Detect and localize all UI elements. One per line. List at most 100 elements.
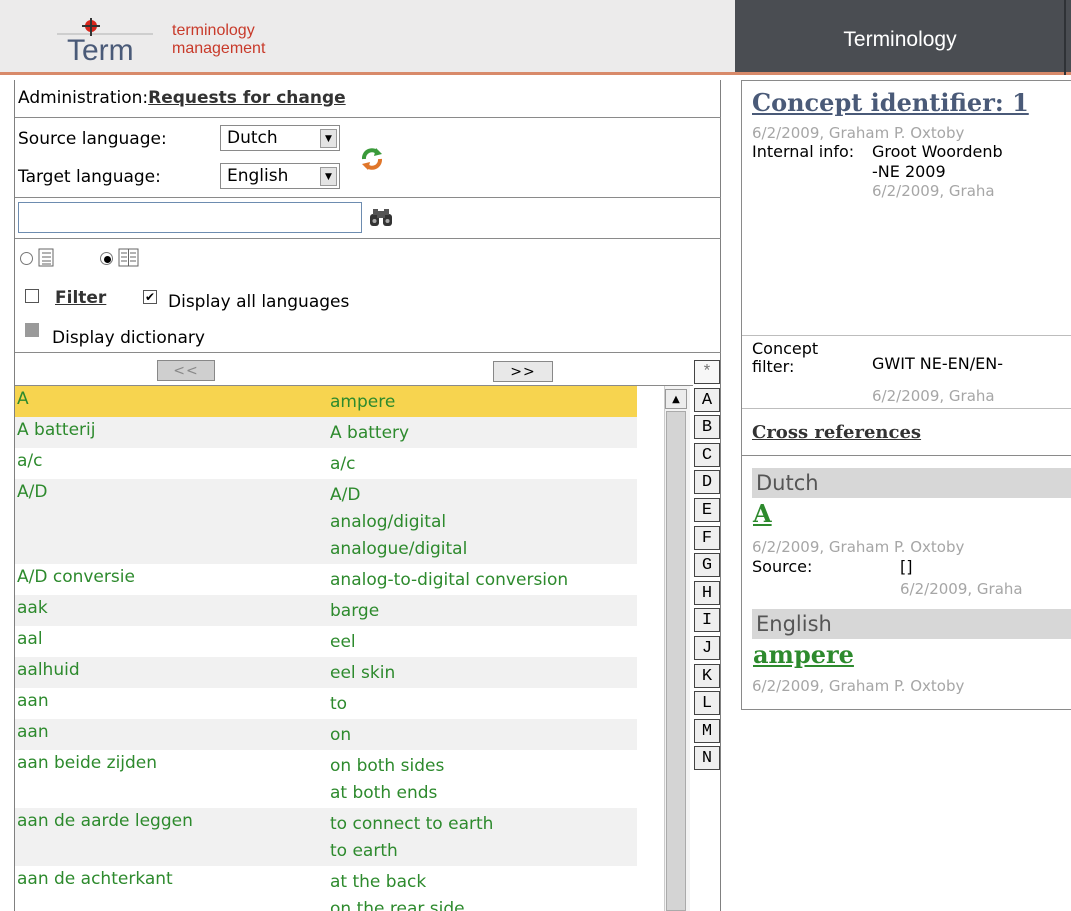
target-terms: to connect to earth to earth xyxy=(330,811,493,865)
divider xyxy=(742,408,1071,409)
nav-divider xyxy=(1064,0,1066,75)
concept-filter-meta: 6/2/2009, Graha xyxy=(872,387,995,405)
alphabet-letter-b[interactable]: B xyxy=(694,415,720,440)
target-term: analog/digital xyxy=(330,512,447,532)
source-term: A batterij xyxy=(17,420,96,440)
view-dual-radio[interactable] xyxy=(100,252,113,265)
term-list-row[interactable]: aan on xyxy=(15,719,637,750)
language-header-english: English xyxy=(752,609,1071,639)
term-list-row[interactable]: aal eel xyxy=(15,626,637,657)
logo-line2: management xyxy=(172,40,266,57)
term-english-link[interactable]: ampere xyxy=(753,640,854,669)
alphabet-letter-c[interactable]: C xyxy=(694,442,720,467)
term-list-row[interactable]: aan de aarde leggen to connect to earth to… xyxy=(15,808,637,866)
divider xyxy=(15,197,721,198)
admin-prefix: Administration: xyxy=(18,88,149,108)
alphabet-letter-all[interactable]: * xyxy=(694,360,720,384)
filter-link[interactable]: Filter xyxy=(55,288,106,308)
alphabet-letter-f[interactable]: F xyxy=(694,525,720,550)
alphabet-letter-d[interactable]: D xyxy=(694,470,720,495)
requests-for-change-link[interactable]: Requests for change xyxy=(148,88,346,108)
term-list-row[interactable]: aalhuid eel skin xyxy=(15,657,637,688)
logo-line1: terminology xyxy=(172,22,255,39)
target-term: eel skin xyxy=(330,663,396,683)
display-all-languages-label: Display all languages xyxy=(168,292,350,312)
term-list-row[interactable]: A/D conversie analog-to-digital conversio… xyxy=(15,564,637,595)
target-term: at both ends xyxy=(330,783,438,803)
target-term: to xyxy=(330,694,348,714)
alphabet-letter-g[interactable]: G xyxy=(694,553,720,578)
target-term: A/D xyxy=(330,485,361,505)
target-term: to connect to earth xyxy=(330,814,494,834)
concept-filter-value: GWIT NE-EN/EN- xyxy=(872,354,1003,373)
target-language-value: English xyxy=(227,166,289,186)
target-terms: on xyxy=(330,722,351,749)
scroll-up-arrow-icon[interactable]: ▲ xyxy=(665,389,687,409)
term-list-row[interactable]: aan de achterkant at the back on the rear … xyxy=(15,866,637,911)
target-term: barge xyxy=(330,601,380,621)
filter-checkbox[interactable] xyxy=(25,289,39,303)
admin-line: Administration:Requests for change xyxy=(18,88,346,108)
scrollbar-thumb[interactable] xyxy=(666,411,686,911)
internal-info-value2: -NE 2009 xyxy=(872,162,946,181)
tab-terminology[interactable]: Terminology xyxy=(735,0,1065,75)
single-column-list-icon xyxy=(38,248,54,267)
search-input[interactable] xyxy=(18,202,362,233)
alphabet-letter-j[interactable]: J xyxy=(694,636,720,660)
target-terms: eel xyxy=(330,629,356,656)
term-dutch-link[interactable]: A xyxy=(753,499,772,528)
target-term: on the rear side xyxy=(330,899,465,911)
divider xyxy=(742,455,1071,456)
source-term: a/c xyxy=(17,451,43,471)
internal-info-value: Groot Woordenb xyxy=(872,142,1003,161)
alphabet-letter-m[interactable]: M xyxy=(694,718,720,743)
display-dictionary-label: Display dictionary xyxy=(52,328,205,348)
source-term: aalhuid xyxy=(17,660,80,680)
term-list-row[interactable]: aak barge xyxy=(15,595,637,626)
alphabet-letter-n[interactable]: N xyxy=(694,746,720,771)
target-language-select[interactable]: English ▼ xyxy=(220,163,340,189)
term-list-row[interactable]: a/c a/c xyxy=(15,448,637,479)
logo-text: terminology management xyxy=(172,22,265,58)
concept-filter-label-1: Concept xyxy=(752,339,819,358)
swap-languages-icon[interactable] xyxy=(358,145,386,173)
source-term: A/D xyxy=(17,482,48,502)
term-list-row[interactable]: A/D A/D analog/digital analogue/digital xyxy=(15,479,637,564)
term-list-row[interactable]: Aampere xyxy=(15,386,637,417)
display-all-languages-checkbox[interactable]: ✔ xyxy=(143,290,157,304)
target-terms: on both sides at both ends xyxy=(330,753,444,807)
concept-meta: 6/2/2009, Graham P. Oxtoby xyxy=(752,124,965,142)
alphabet-letter-e[interactable]: E xyxy=(694,498,720,522)
target-terms: A/D analog/digital analogue/digital xyxy=(330,482,467,563)
alphabet-letter-k[interactable]: K xyxy=(694,663,720,688)
cross-references-link[interactable]: Cross references xyxy=(752,422,921,443)
source-term: aal xyxy=(17,629,43,649)
target-term: to earth xyxy=(330,841,398,861)
divider xyxy=(15,117,721,118)
display-dictionary-checkbox[interactable] xyxy=(25,323,39,337)
view-single-radio[interactable] xyxy=(20,252,33,265)
source-term: A/D conversie xyxy=(17,567,135,587)
source-language-label: Source language: xyxy=(18,129,167,149)
binoculars-search-icon[interactable] xyxy=(368,206,394,228)
target-term: on xyxy=(330,725,352,745)
target-term: a/c xyxy=(330,454,356,474)
target-terms: eel skin xyxy=(330,660,395,687)
term-list-row[interactable]: aan to xyxy=(15,688,637,719)
alphabet-letter-h[interactable]: H xyxy=(694,580,720,605)
term-list: Aampere A batterij A battery a/c a/c A/D A/D an… xyxy=(15,386,691,911)
term-list-row[interactable]: aan beide zijden on both sides at both end… xyxy=(15,750,637,808)
alphabet-letter-a[interactable]: A xyxy=(694,387,720,412)
target-terms: analog-to-digital conversion xyxy=(330,567,568,594)
target-term: A battery xyxy=(330,423,410,443)
source-language-select[interactable]: Dutch ▼ xyxy=(220,125,340,151)
source-term: aan de aarde leggen xyxy=(17,811,193,831)
previous-page-button[interactable]: << xyxy=(157,360,215,381)
alphabet-letter-l[interactable]: L xyxy=(694,691,720,716)
source-term: aan xyxy=(17,691,49,711)
next-page-button[interactable]: >> xyxy=(493,361,553,382)
source-language-value: Dutch xyxy=(227,128,278,148)
divider xyxy=(15,238,721,239)
term-list-row[interactable]: A batterij A battery xyxy=(15,417,637,448)
alphabet-letter-i[interactable]: I xyxy=(694,608,720,633)
